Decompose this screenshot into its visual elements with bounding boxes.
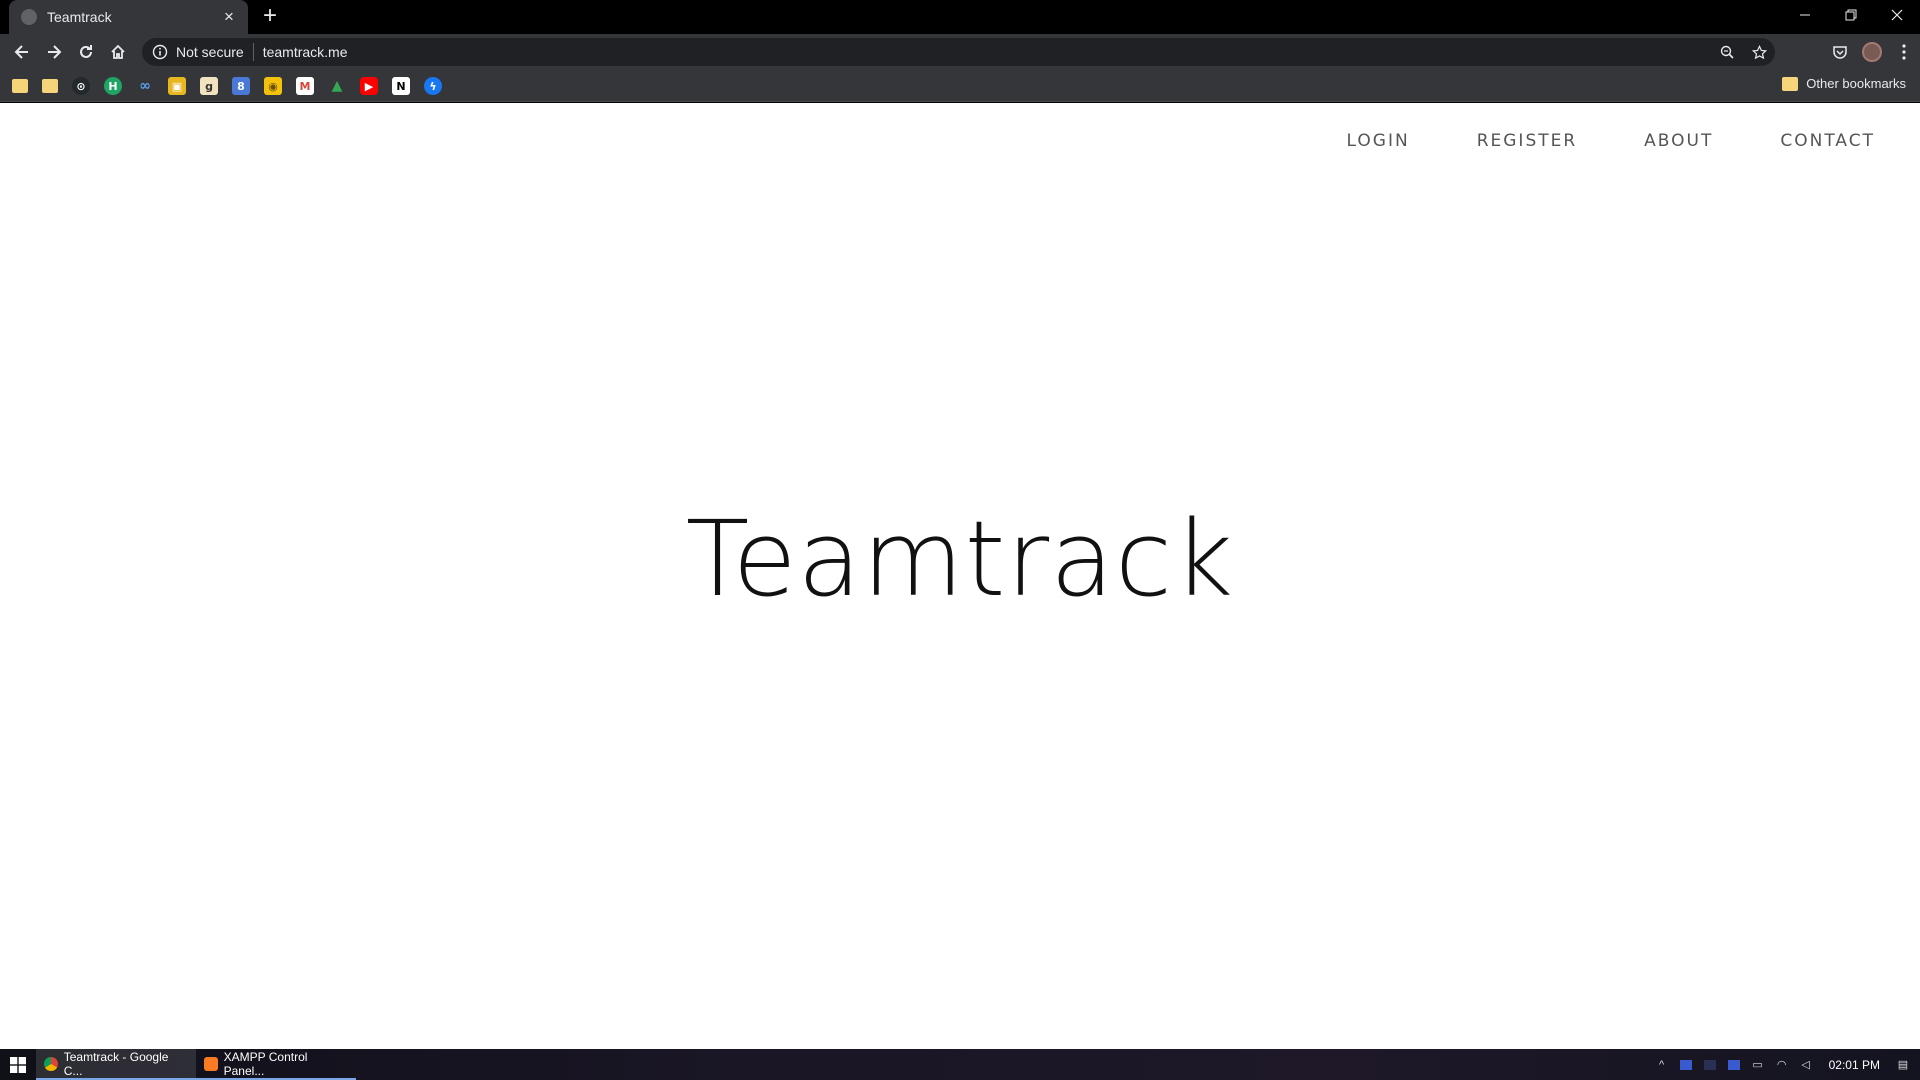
hero-title: Teamtrack <box>685 498 1235 620</box>
address-divider <box>252 43 254 61</box>
chrome-icon <box>44 1056 58 1071</box>
tab-strip: Teamtrack × + <box>0 0 1920 34</box>
keep-icon[interactable]: ◉ <box>264 77 282 95</box>
volume-icon[interactable]: ◁ <box>1799 1058 1813 1072</box>
site-nav: LOGIN REGISTER ABOUT CONTACT <box>1347 131 1875 151</box>
url-text[interactable]: teamtrack.me <box>263 44 348 60</box>
battery-icon[interactable]: ▭ <box>1751 1058 1765 1072</box>
bookmark-folder-icon[interactable] <box>12 79 28 93</box>
tray-app-icon[interactable] <box>1727 1058 1741 1072</box>
windows-logo-icon <box>10 1056 26 1073</box>
bookmark-list: ⊙ H ∞ ▣ g 8 ◉ M ▲ ▶ N ϟ <box>12 77 442 95</box>
profile-avatar-button[interactable] <box>1856 36 1888 68</box>
youtube-icon[interactable]: ▶ <box>360 77 378 95</box>
back-arrow-icon <box>14 45 28 59</box>
new-tab-button[interactable]: + <box>258 4 282 29</box>
tray-app-icon[interactable] <box>1679 1058 1693 1072</box>
close-window-icon <box>1891 9 1903 21</box>
notification-icon[interactable]: ▤ <box>1896 1058 1910 1072</box>
nav-contact-link[interactable]: CONTACT <box>1780 131 1875 151</box>
home-icon <box>111 44 125 59</box>
taskbar-item-chrome[interactable]: Teamtrack - Google C... <box>36 1049 196 1080</box>
bookmarks-bar: ⊙ H ∞ ▣ g 8 ◉ M ▲ ▶ N ϟ Other bookmarks <box>0 70 1920 102</box>
calendar-8-icon[interactable]: 8 <box>232 77 250 95</box>
address-bar[interactable]: Not secure teamtrack.me <box>142 38 1775 66</box>
taskbar-item-xampp[interactable]: XAMPP Control Panel... <box>196 1049 356 1080</box>
forward-button[interactable] <box>38 36 70 68</box>
chevron-up-icon[interactable]: ^ <box>1655 1058 1669 1072</box>
tray-app-icon[interactable] <box>1703 1058 1717 1072</box>
avatar <box>1862 42 1882 62</box>
restore-icon <box>1845 9 1857 21</box>
reload-icon <box>80 45 92 58</box>
toolbar-right <box>1824 36 1920 68</box>
minimize-button[interactable] <box>1782 0 1828 30</box>
info-icon[interactable] <box>152 44 168 60</box>
bookmark-folder-icon <box>1782 76 1799 91</box>
photo-icon[interactable]: ▣ <box>168 77 186 95</box>
home-button[interactable] <box>102 36 134 68</box>
security-label[interactable]: Not secure <box>176 44 244 60</box>
tab-title: Teamtrack <box>47 9 112 25</box>
wifi-icon[interactable]: ◠ <box>1775 1058 1789 1072</box>
nav-login-link[interactable]: LOGIN <box>1347 131 1410 151</box>
bookmark-folder-icon[interactable] <box>42 79 58 93</box>
other-bookmarks-label: Other bookmarks <box>1806 76 1906 91</box>
forward-arrow-icon <box>48 45 62 59</box>
close-icon[interactable]: × <box>220 8 238 26</box>
infinity-icon[interactable]: ∞ <box>136 77 154 95</box>
h-app-icon[interactable]: H <box>104 77 122 95</box>
bookmark-star-icon[interactable] <box>1747 40 1771 64</box>
g-app-icon[interactable]: g <box>200 77 218 95</box>
kebab-menu-icon <box>1902 44 1906 60</box>
notion-icon[interactable]: N <box>392 77 410 95</box>
system-tray: ^ ▭ ◠ ◁ 02:01 PM ▤ <box>1655 1049 1920 1080</box>
nav-about-link[interactable]: ABOUT <box>1644 131 1713 151</box>
minimize-icon <box>1800 14 1810 16</box>
nav-register-link[interactable]: REGISTER <box>1477 131 1577 151</box>
close-window-button[interactable] <box>1874 0 1920 30</box>
messenger-icon[interactable]: ϟ <box>424 77 442 95</box>
zoom-icon[interactable] <box>1715 40 1739 64</box>
xampp-icon <box>204 1056 218 1071</box>
google-drive-icon[interactable]: ▲ <box>328 77 346 95</box>
taskbar-item-label: Teamtrack - Google C... <box>63 1049 169 1078</box>
other-bookmarks[interactable]: Other bookmarks <box>1782 76 1906 91</box>
restore-button[interactable] <box>1828 0 1874 30</box>
menu-button[interactable] <box>1888 36 1920 68</box>
pocket-extension-icon[interactable] <box>1824 36 1856 68</box>
browser-toolbar: Not secure teamtrack.me <box>0 34 1920 70</box>
browser-tab[interactable]: Teamtrack × <box>9 0 248 34</box>
clock[interactable]: 02:01 PM <box>1829 1058 1880 1072</box>
taskbar-item-label: XAMPP Control Panel... <box>223 1049 308 1078</box>
globe-icon <box>21 9 37 25</box>
window-controls <box>1782 0 1920 30</box>
reload-button[interactable] <box>70 36 102 68</box>
github-icon[interactable]: ⊙ <box>72 77 90 95</box>
address-bar-actions <box>1715 40 1771 64</box>
taskbar: Teamtrack - Google C... XAMPP Control Pa… <box>0 1049 1920 1080</box>
back-button[interactable] <box>6 36 38 68</box>
web-page: LOGIN REGISTER ABOUT CONTACT Teamtrack <box>0 103 1920 1049</box>
start-button[interactable] <box>0 1049 36 1080</box>
gmail-icon[interactable]: M <box>296 77 314 95</box>
